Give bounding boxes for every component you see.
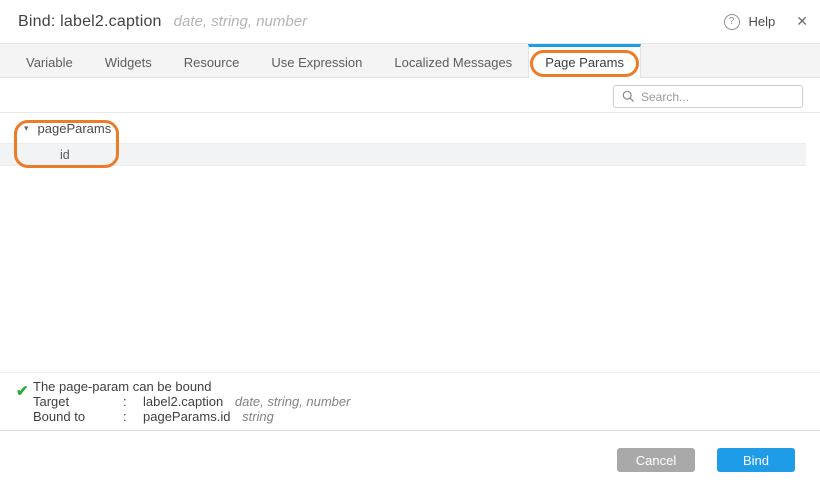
tab-page-params[interactable]: Page Params: [528, 44, 641, 78]
binding-boundto-type: string: [242, 409, 274, 424]
page-params-tree: ▾ pageParams id: [0, 112, 820, 166]
tree-node-id[interactable]: id: [0, 143, 806, 166]
search-input[interactable]: [641, 90, 802, 104]
binding-boundto-value: pageParams.id: [143, 409, 230, 424]
binding-boundto-row: Bound to : pageParams.id string: [33, 409, 350, 424]
close-icon[interactable]: ✕: [796, 13, 808, 30]
tree-node-pageparams[interactable]: ▾ pageParams: [0, 113, 820, 143]
dialog-header: Bind: label2.caption date, string, numbe…: [0, 0, 820, 43]
tree-node-label: id: [60, 148, 70, 162]
dialog-subtitle: date, string, number: [174, 13, 307, 30]
help-icon[interactable]: ?: [724, 14, 740, 30]
tab-widgets[interactable]: Widgets: [89, 44, 168, 77]
binding-boundto-colon: :: [123, 409, 143, 424]
tab-page-params-label: Page Params: [545, 55, 624, 70]
tab-resource[interactable]: Resource: [168, 44, 256, 77]
dialog-footer: Cancel Bind: [0, 431, 820, 488]
bind-button[interactable]: Bind: [717, 448, 795, 472]
binding-target-colon: :: [123, 394, 143, 409]
check-icon: ✔: [16, 382, 29, 400]
cancel-button[interactable]: Cancel: [617, 448, 695, 472]
tab-bar: Variable Widgets Resource Use Expression…: [0, 43, 820, 78]
tab-variable[interactable]: Variable: [10, 44, 89, 77]
bind-dialog: Bind: label2.caption date, string, numbe…: [0, 0, 820, 488]
dialog-title: Bind: label2.caption: [18, 13, 162, 31]
binding-target-type: date, string, number: [235, 394, 351, 409]
binding-boundto-label: Bound to: [33, 409, 123, 424]
search-box[interactable]: [613, 85, 803, 108]
binding-target-value: label2.caption: [143, 394, 223, 409]
binding-message: The page-param can be bound: [33, 379, 350, 394]
tree-node-label: pageParams: [38, 121, 112, 136]
tab-localized-messages[interactable]: Localized Messages: [378, 44, 528, 77]
search-icon: [622, 90, 635, 103]
binding-target-row: Target : label2.caption date, string, nu…: [33, 394, 350, 409]
binding-summary: ✔ The page-param can be bound Target : l…: [0, 372, 820, 430]
caret-down-icon[interactable]: ▾: [24, 123, 29, 134]
binding-target-label: Target: [33, 394, 123, 409]
help-link[interactable]: Help: [749, 14, 776, 29]
tab-use-expression[interactable]: Use Expression: [255, 44, 378, 77]
